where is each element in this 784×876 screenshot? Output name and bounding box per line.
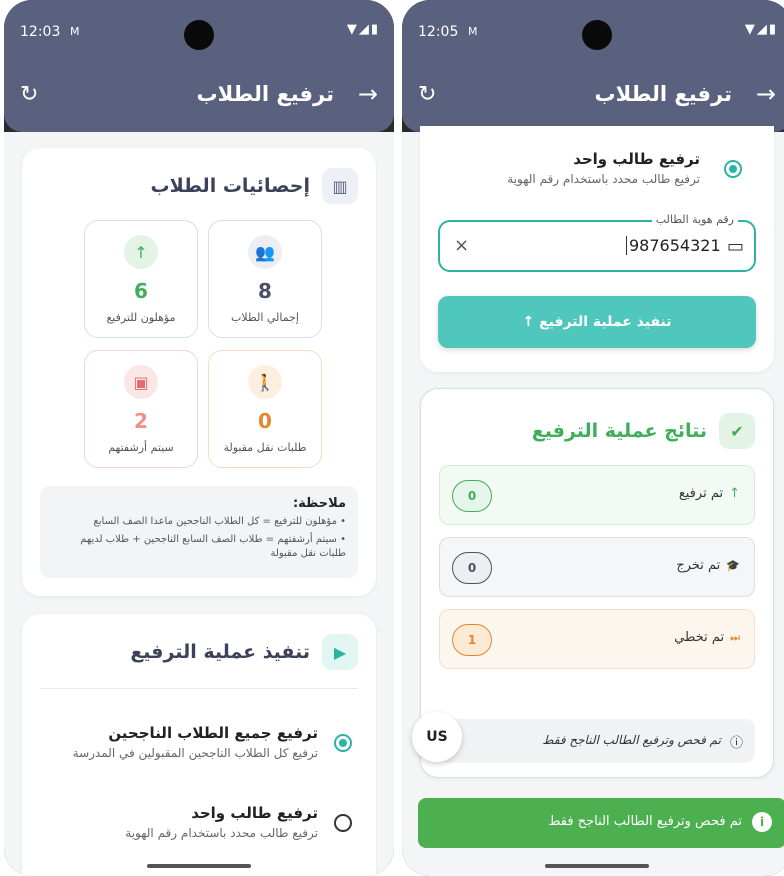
info-icon: ⓘ	[729, 736, 743, 751]
snackbar: i تم فحص وترفيع الطالب الناجح فقط	[418, 798, 784, 848]
stat-transfers: 🚶 0 طلبات نقل مقبولة	[208, 350, 322, 468]
info-icon: i	[752, 812, 772, 832]
archive-icon: ▣	[124, 365, 158, 399]
option-text: ترفيع طالب واحد ترفيع طالب محدد باستخدام…	[460, 150, 700, 188]
bar-chart-icon: ▥	[322, 168, 358, 204]
stat-label: سيتم أرشفتهم	[108, 441, 174, 454]
stat-label: مؤهلون للترفيع	[106, 311, 176, 324]
result-row-promoted: ↑تم ترفيع 0	[439, 465, 755, 525]
note-line: • مؤهلون للترفيع = كل الطلاب الناجحين ما…	[93, 516, 346, 527]
signal-battery-icons: ▼◢▮	[744, 22, 778, 37]
result-row-skipped: ⏭تم تخطي 1	[439, 609, 755, 669]
result-label: 🎓تم تخرج	[676, 558, 740, 573]
right-phone-screen: 12:05 M ▼◢▮ ↻ ترفيع الطلاب → ترفيع طالب …	[402, 0, 784, 876]
clipboard-check-icon: ✔	[719, 413, 755, 449]
stat-archived: ▣ 2 سيتم أرشفتهم	[84, 350, 198, 468]
results-title: نتائج عملية الترفيع	[531, 420, 707, 442]
note-line: • سيتم أرشفتهم = طلاب الصف السابع الناجح…	[80, 534, 346, 559]
status-time: 12:03	[20, 24, 61, 40]
stat-label: إجمالي الطلاب	[231, 311, 299, 324]
info-text: تم فحص وترفيع الطالب الناجح فقط	[542, 733, 721, 747]
app-bar: ↻ ترفيع الطلاب →	[4, 60, 394, 132]
divider	[40, 688, 358, 689]
app-bar: ↻ ترفيع الطلاب →	[402, 60, 784, 132]
snackbar-text: تم فحص وترفيع الطالب الناجح فقط	[548, 814, 742, 829]
home-indicator	[147, 864, 251, 868]
result-count: 1	[452, 624, 492, 656]
result-label: ⏭تم تخطي	[674, 630, 740, 645]
option-desc: ترفيع طالب محدد باستخدام رقم الهوية	[507, 172, 700, 186]
option-promote-single[interactable]: ترفيع طالب واحد ترفيع طالب محدد باستخدام…	[438, 150, 756, 198]
stat-value: 0	[258, 409, 272, 433]
stat-label: طلبات نقل مقبولة	[223, 441, 307, 454]
refresh-icon[interactable]: ↻	[418, 82, 436, 107]
single-promotion-card: ترفيع طالب واحد ترفيع طالب محدد باستخدام…	[420, 126, 774, 372]
back-arrow-icon[interactable]: →	[358, 80, 378, 108]
group-icon: 👥	[248, 235, 282, 269]
results-card: ✔ نتائج عملية الترفيع ↑تم ترفيع 0 🎓تم تخ…	[420, 388, 774, 778]
execute-promotion-button[interactable]: ↑ تنفيذ عملية الترفيع	[438, 296, 756, 348]
note-box: ملاحظة: • مؤهلون للترفيع = كل الطلاب الن…	[40, 486, 358, 578]
left-phone-screen: 12:03 M ▼◢▮ ↻ ترفيع الطلاب → ▥ إحصائيات …	[4, 0, 394, 876]
option-title: ترفيع طالب واحد	[191, 804, 318, 822]
content-area: ▥ إحصائيات الطلاب 👥 8 إجمالي الطلاب ↑ 6 …	[4, 132, 394, 876]
stat-value: 8	[258, 279, 272, 303]
info-box: ⓘ تم فحص وترفيع الطالب الناجح فقط	[439, 719, 755, 763]
skip-icon: ⏭	[730, 631, 740, 644]
option-desc: ترفيع كل الطلاب الناجحين المقبولين في ال…	[72, 746, 318, 760]
page-title: ترفيع الطلاب	[196, 82, 334, 106]
id-card-icon: ▭	[726, 236, 744, 257]
camera-cutout	[184, 20, 214, 50]
student-id-input[interactable]: 987654321	[626, 236, 721, 255]
home-indicator	[545, 864, 649, 868]
graduation-cap-icon: 🎓	[726, 559, 740, 572]
play-icon: ▶	[322, 634, 358, 670]
option-title: ترفيع جميع الطلاب الناجحين	[108, 724, 318, 742]
status-time: 12:05	[418, 24, 459, 40]
content-area: ترفيع طالب واحد ترفيع طالب محدد باستخدام…	[402, 126, 784, 876]
page-title: ترفيع الطلاب	[594, 82, 732, 106]
result-row-graduated: 🎓تم تخرج 0	[439, 537, 755, 597]
stats-header: ▥ إحصائيات الطلاب	[151, 168, 358, 204]
clear-icon[interactable]: ×	[454, 235, 469, 256]
language-toggle-button[interactable]: US	[412, 712, 462, 762]
stat-eligible: ↑ 6 مؤهلون للترفيع	[84, 220, 198, 338]
execute-card: ▶ تنفيذ عملية الترفيع ترفيع جميع الطلاب …	[22, 614, 376, 876]
execute-title: تنفيذ عملية الترفيع	[130, 641, 310, 663]
option-promote-all[interactable]: ترفيع جميع الطلاب الناجحين ترفيع كل الطل…	[40, 724, 358, 788]
field-label: رقم هوية الطالب	[651, 213, 738, 226]
stats-card: ▥ إحصائيات الطلاب 👥 8 إجمالي الطلاب ↑ 6 …	[22, 148, 376, 596]
radio-unselected[interactable]	[334, 814, 352, 832]
refresh-icon[interactable]: ↻	[20, 82, 38, 107]
result-count: 0	[452, 480, 492, 512]
radio-selected[interactable]	[334, 734, 352, 752]
result-label: ↑تم ترفيع	[678, 486, 740, 501]
option-text: ترفيع جميع الطلاب الناجحين ترفيع كل الطل…	[68, 724, 318, 762]
student-id-field[interactable]: رقم هوية الطالب ▭ 987654321 ×	[438, 213, 756, 272]
back-arrow-icon[interactable]: →	[756, 80, 776, 108]
results-header: ✔ نتائج عملية الترفيع	[532, 413, 755, 449]
stat-value: 6	[134, 279, 148, 303]
mail-icon: M	[468, 25, 478, 38]
option-text: ترفيع طالب واحد ترفيع طالب محدد باستخدام…	[58, 804, 318, 842]
execute-header: ▶ تنفيذ عملية الترفيع	[130, 634, 358, 670]
camera-cutout	[582, 20, 612, 50]
option-promote-single[interactable]: ترفيع طالب واحد ترفيع طالب محدد باستخدام…	[40, 804, 358, 854]
arrow-up-icon: ↑	[124, 235, 158, 269]
arrow-up-icon: ↑	[729, 486, 740, 501]
option-desc: ترفيع طالب محدد باستخدام رقم الهوية	[125, 826, 318, 840]
option-title: ترفيع طالب واحد	[573, 150, 700, 168]
stat-value: 2	[134, 409, 148, 433]
transfer-icon: 🚶	[248, 365, 282, 399]
stat-total-students: 👥 8 إجمالي الطلاب	[208, 220, 322, 338]
mail-icon: M	[70, 25, 80, 38]
stats-title: إحصائيات الطلاب	[150, 175, 310, 197]
signal-battery-icons: ▼◢▮	[346, 22, 380, 37]
radio-selected[interactable]	[724, 160, 742, 178]
result-count: 0	[452, 552, 492, 584]
note-title: ملاحظة:	[292, 496, 346, 511]
